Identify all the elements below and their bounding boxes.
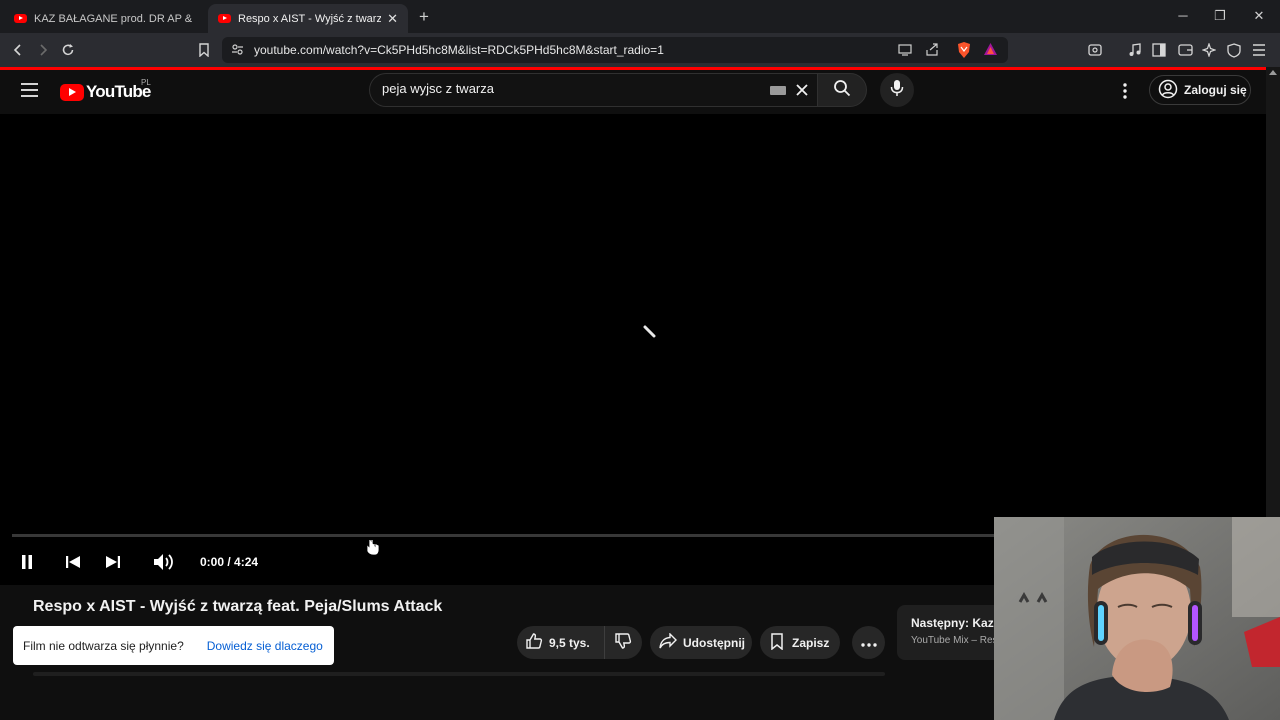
sidebar-icon[interactable] [1149,40,1169,60]
brave-shield-icon[interactable] [956,41,972,64]
thumbs-down-icon [614,632,632,653]
previous-button[interactable] [62,551,84,573]
youtube-logo-icon [60,83,84,101]
search-box [369,73,817,107]
up-next-sub: YouTube Mix – Res [911,635,997,646]
microphone-icon [890,79,904,102]
reload-icon[interactable] [58,40,78,60]
mouse-cursor-icon [367,539,379,560]
thumbs-up-icon [525,632,543,653]
save-bookmark-icon [770,632,784,653]
restore-icon[interactable]: ❐ [1208,6,1232,26]
region-code: PL [141,78,151,87]
more-actions-button[interactable] [852,626,885,659]
voice-search-button[interactable] [880,73,914,107]
browser-toolbar: youtube.com/watch?v=Ck5PHd5hc8M&list=RDC… [0,33,1280,67]
wallet-icon[interactable] [1175,40,1195,60]
youtube-favicon-icon [14,14,27,23]
next-button[interactable] [102,551,124,573]
webcam-overlay [994,517,1280,720]
save-label: Zapisz [792,635,830,650]
search-button[interactable] [817,73,867,107]
like-dislike-group: 9,5 tys. [517,626,642,659]
more-horizontal-icon [860,636,877,650]
pause-button[interactable] [16,551,38,573]
screenshot-icon[interactable] [1085,40,1105,60]
back-icon[interactable] [8,40,28,60]
minimize-icon[interactable]: ─ [1171,6,1195,26]
like-count: 9,5 tys. [549,635,590,650]
sign-in-button[interactable]: Zaloguj się [1149,75,1251,105]
guide-menu-icon[interactable] [21,83,39,102]
share-label: Udostępnij [683,635,745,650]
up-next-label: Następny: Kaz B [911,616,997,630]
youtube-favicon-icon [218,14,231,23]
save-button[interactable]: Zapisz [760,626,840,659]
cast-icon[interactable] [898,43,913,61]
site-settings-icon[interactable] [231,43,244,61]
account-icon [1158,79,1178,102]
youtube-logo[interactable]: YouTube PL [60,78,151,102]
close-tab-icon[interactable]: ✕ [387,11,398,27]
share-button[interactable]: Udostępnij [650,626,752,659]
bookmark-icon[interactable] [194,40,214,60]
url-text: youtube.com/watch?v=Ck5PHd5hc8M&list=RDC… [254,43,664,57]
share-icon [659,632,677,652]
keyboard-icon[interactable] [770,86,786,95]
clear-search-icon[interactable] [795,83,809,102]
video-title: Respo x AIST - Wyjść z twarzą feat. Peja… [33,598,443,615]
tab-title: Respo x AIST - Wyjść z twarzą feat. [238,12,382,25]
search-input[interactable] [382,81,752,96]
up-next-card[interactable]: Następny: Kaz B YouTube Mix – Res [897,605,997,660]
time-display: 0:00 / 4:24 [200,555,259,569]
page-scrollbar[interactable] [1266,67,1280,517]
sign-in-label: Zaloguj się [1184,83,1247,97]
search-icon [833,79,851,102]
vpn-shield-icon[interactable] [1224,40,1244,60]
new-tab-button[interactable]: + [419,7,429,27]
forward-icon[interactable] [33,40,53,60]
browser-menu-icon[interactable] [1249,40,1269,60]
dislike-button[interactable] [605,626,641,659]
content-divider [33,672,885,676]
playback-issue-toast: Film nie odtwarza się płynnie? Dowiedz s… [13,626,334,665]
brave-rewards-icon[interactable] [983,42,998,62]
browser-tab-strip: KAZ BAŁAGANE prod. DR AP & 2LATE Respo x… [0,0,1280,33]
browser-tab-kaz[interactable]: KAZ BAŁAGANE prod. DR AP & 2LATE [4,4,204,33]
youtube-header: YouTube PL Zaloguj się [0,70,1266,114]
tab-title: KAZ BAŁAGANE prod. DR AP & 2LATE [34,12,194,25]
volume-button[interactable] [151,551,177,573]
video-player[interactable]: 0:00 / 4:24 [0,114,1266,585]
scroll-up-arrow-icon[interactable] [1269,70,1277,75]
like-button[interactable]: 9,5 tys. [517,626,605,659]
close-window-icon[interactable]: ✕ [1247,6,1271,26]
browser-tab-respo[interactable]: Respo x AIST - Wyjść z twarzą feat. ✕ [208,4,408,33]
learn-why-link[interactable]: Dowiedz się dlaczego [207,639,323,653]
settings-more-icon[interactable] [1122,83,1128,104]
media-music-icon[interactable] [1125,40,1145,60]
leo-ai-icon[interactable] [1199,40,1219,60]
toast-message: Film nie odtwarza się płynnie? [23,638,184,653]
loading-spinner-icon [642,325,658,344]
share-page-icon[interactable] [925,43,940,61]
address-bar[interactable]: youtube.com/watch?v=Ck5PHd5hc8M&list=RDC… [222,37,1008,63]
